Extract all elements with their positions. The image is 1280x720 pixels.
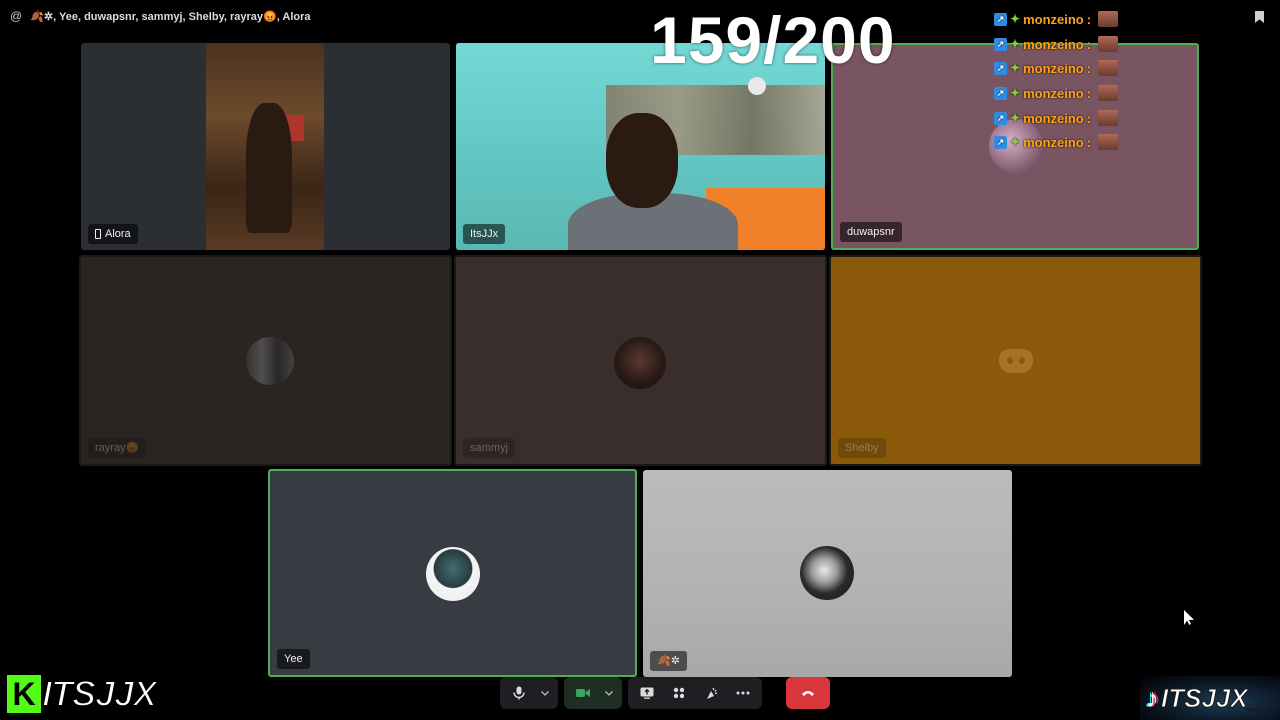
discord-logo-icon bbox=[999, 349, 1033, 373]
emote-icon bbox=[1098, 85, 1119, 101]
participant-label-rayray: rayray😡 bbox=[88, 438, 147, 458]
screenshare-icon[interactable] bbox=[636, 682, 658, 704]
chat-message: ↗ ✦ monzeino: bbox=[994, 58, 1119, 78]
tiktok-handle: ITSJJX_ bbox=[1160, 682, 1263, 713]
participant-label-itsjjx: ItsJJx bbox=[463, 224, 506, 244]
emote-icon bbox=[1098, 11, 1119, 27]
participant-label-alora: Alora bbox=[88, 224, 138, 244]
star-badge-icon: ✦ bbox=[1010, 37, 1021, 51]
chat-message: ↗ ✦ monzeino: bbox=[994, 83, 1119, 103]
participant-label-sammyj: sammyj bbox=[463, 438, 515, 458]
mobile-icon bbox=[95, 229, 101, 239]
microphone-icon[interactable] bbox=[508, 682, 530, 704]
star-badge-icon: ✦ bbox=[1010, 135, 1021, 149]
discord-eye-right bbox=[1019, 357, 1025, 364]
emote-icon bbox=[1098, 36, 1119, 52]
wall-clock bbox=[748, 77, 766, 95]
rayray-avatar bbox=[246, 337, 294, 385]
discord-eye-left bbox=[1007, 357, 1013, 364]
call-controls bbox=[500, 677, 830, 709]
action-control-group bbox=[628, 677, 762, 709]
yee-avatar bbox=[426, 547, 480, 601]
subscriber-badge-icon: ↗ bbox=[994, 37, 1007, 51]
channel-title: 🍂✲, Yee, duwapsnr, sammyj, Shelby, rayra… bbox=[30, 10, 311, 23]
tiktok-branding: ♪ ITSJJX_ bbox=[1140, 676, 1280, 720]
tiktok-logo-icon: ♪ bbox=[1146, 682, 1159, 713]
person-head bbox=[606, 113, 678, 208]
participant-tile-sammyj[interactable]: sammyj bbox=[454, 255, 827, 466]
participant-label-snow: 🍂✲ bbox=[650, 651, 687, 671]
participant-label-shelby: Shelby bbox=[838, 438, 886, 458]
chat-message: ↗ ✦ monzeino: bbox=[994, 108, 1119, 128]
subscriber-counter: 159/200 bbox=[650, 3, 896, 77]
mouse-cursor-icon bbox=[1184, 610, 1194, 625]
disconnect-button[interactable] bbox=[786, 677, 830, 709]
chevron-down-icon[interactable] bbox=[540, 682, 550, 704]
kick-logo-icon: K bbox=[4, 672, 44, 716]
emote-icon bbox=[1098, 110, 1119, 126]
participant-label-yee: Yee bbox=[277, 649, 310, 669]
star-badge-icon: ✦ bbox=[1010, 86, 1021, 100]
participant-tile-yee[interactable]: Yee bbox=[268, 469, 637, 677]
participant-tile-alora[interactable]: Alora bbox=[81, 43, 450, 250]
soundboard-icon[interactable] bbox=[700, 682, 722, 704]
snow-avatar bbox=[800, 546, 854, 600]
chat-message: ↗ ✦ monzeino: bbox=[994, 9, 1119, 29]
camera-icon[interactable] bbox=[572, 682, 594, 704]
kick-branding: K ITSJJX bbox=[4, 672, 158, 716]
sammyj-avatar bbox=[614, 337, 666, 389]
star-badge-icon: ✦ bbox=[1010, 111, 1021, 125]
subscriber-badge-icon: ↗ bbox=[994, 111, 1007, 125]
activities-icon[interactable] bbox=[668, 682, 690, 704]
chat-message: ↗ ✦ monzeino: bbox=[994, 34, 1119, 54]
participant-label-duwapsnr: duwapsnr bbox=[840, 222, 902, 242]
subscriber-badge-icon: ↗ bbox=[994, 12, 1007, 26]
kick-handle: ITSJJX bbox=[41, 672, 158, 715]
alora-video-feed bbox=[206, 43, 324, 250]
star-badge-icon: ✦ bbox=[1010, 61, 1021, 75]
person-silhouette bbox=[246, 103, 292, 233]
at-icon: @ bbox=[10, 9, 23, 23]
participant-tile-snow[interactable]: 🍂✲ bbox=[643, 470, 1012, 677]
chat-message: ↗ ✦ monzeino: bbox=[994, 132, 1119, 152]
emote-icon bbox=[1098, 134, 1119, 150]
participant-tile-shelby[interactable]: Shelby bbox=[829, 255, 1202, 466]
participant-tile-rayray[interactable]: rayray😡 bbox=[79, 255, 452, 466]
subscriber-badge-icon: ↗ bbox=[994, 61, 1007, 75]
star-badge-icon: ✦ bbox=[1010, 12, 1021, 26]
chevron-down-icon[interactable] bbox=[604, 682, 614, 704]
mic-control-group bbox=[500, 677, 558, 709]
subscriber-badge-icon: ↗ bbox=[994, 135, 1007, 149]
subscriber-badge-icon: ↗ bbox=[994, 86, 1007, 100]
camera-control-group bbox=[564, 677, 622, 709]
more-icon[interactable] bbox=[732, 682, 754, 704]
hangup-icon bbox=[802, 691, 814, 696]
emote-icon bbox=[1098, 60, 1119, 76]
